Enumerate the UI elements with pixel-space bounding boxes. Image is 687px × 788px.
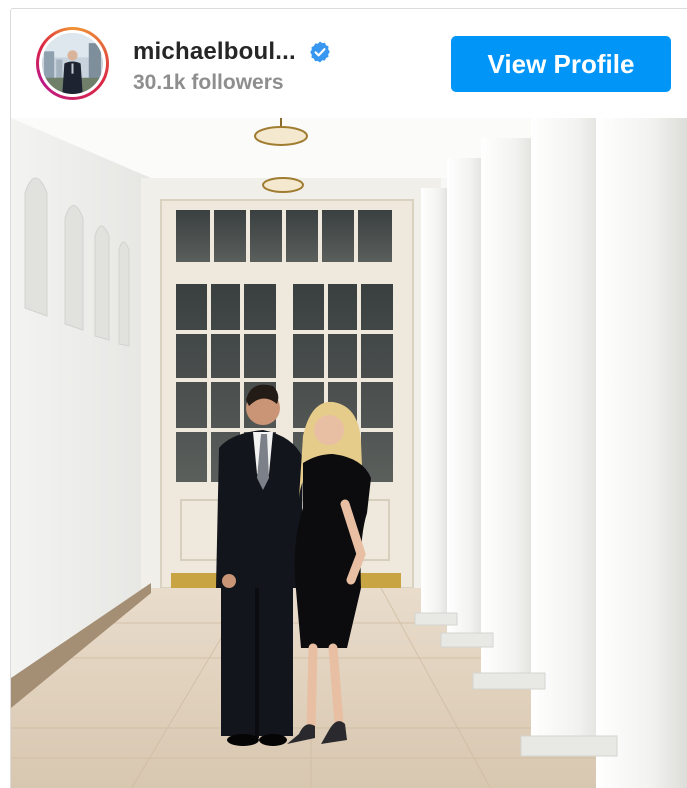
avatar[interactable]: [36, 27, 109, 100]
instagram-embed: michaelboul... 30.1k followers View Prof…: [10, 8, 687, 788]
post-header: michaelboul... 30.1k followers View Prof…: [11, 9, 687, 117]
avatar-photo: [42, 33, 103, 94]
followers-count: 30.1k followers: [133, 71, 284, 94]
view-profile-button[interactable]: View Profile: [451, 36, 671, 92]
verified-badge-icon: [310, 41, 330, 63]
username[interactable]: michaelboul...: [133, 38, 296, 66]
post-photo[interactable]: [11, 118, 687, 788]
